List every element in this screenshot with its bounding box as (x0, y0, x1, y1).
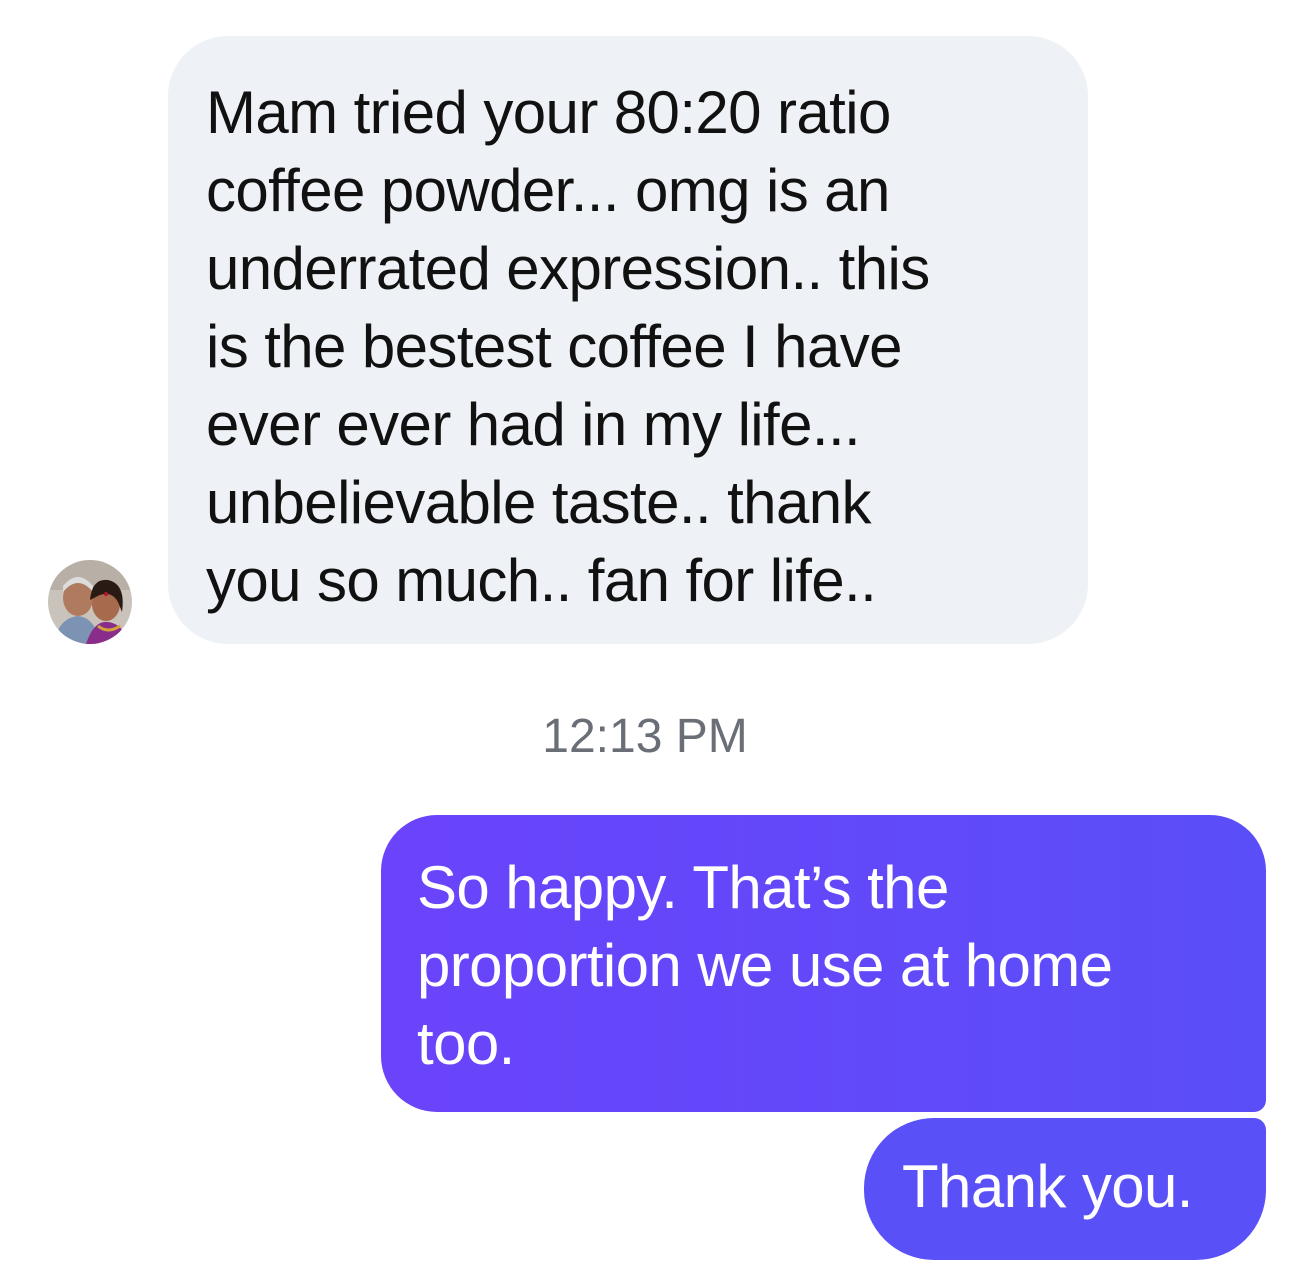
outgoing-message-line: So happy. That’s the (417, 854, 949, 921)
outgoing-message-bubble[interactable]: Thank you. (864, 1118, 1266, 1260)
incoming-message-line: is the bestest coffee I have (206, 313, 902, 380)
outgoing-message-line: proportion we use at home (417, 932, 1113, 999)
incoming-message-line: ever ever had in my life... (206, 391, 861, 458)
outgoing-message-bubble[interactable]: So happy. That’s the proportion we use a… (381, 815, 1266, 1112)
sender-avatar[interactable] (48, 560, 132, 644)
incoming-message-bubble[interactable]: Mam tried your 80:20 ratio coffee powder… (168, 36, 1088, 644)
message-timestamp: 12:13 PM (542, 710, 748, 763)
incoming-message-line: you so much.. fan for life.. (206, 547, 877, 614)
profile-photo-icon (48, 560, 132, 644)
incoming-message-line: Mam tried your 80:20 ratio (206, 79, 891, 146)
incoming-message-line: coffee powder... omg is an (206, 157, 890, 224)
incoming-message-line: underrated expression.. this (206, 235, 930, 302)
outgoing-message-line: too. (417, 1010, 515, 1077)
outgoing-message-text: Thank you. (902, 1153, 1193, 1220)
incoming-message-line: unbelievable taste.. thank (206, 469, 871, 536)
